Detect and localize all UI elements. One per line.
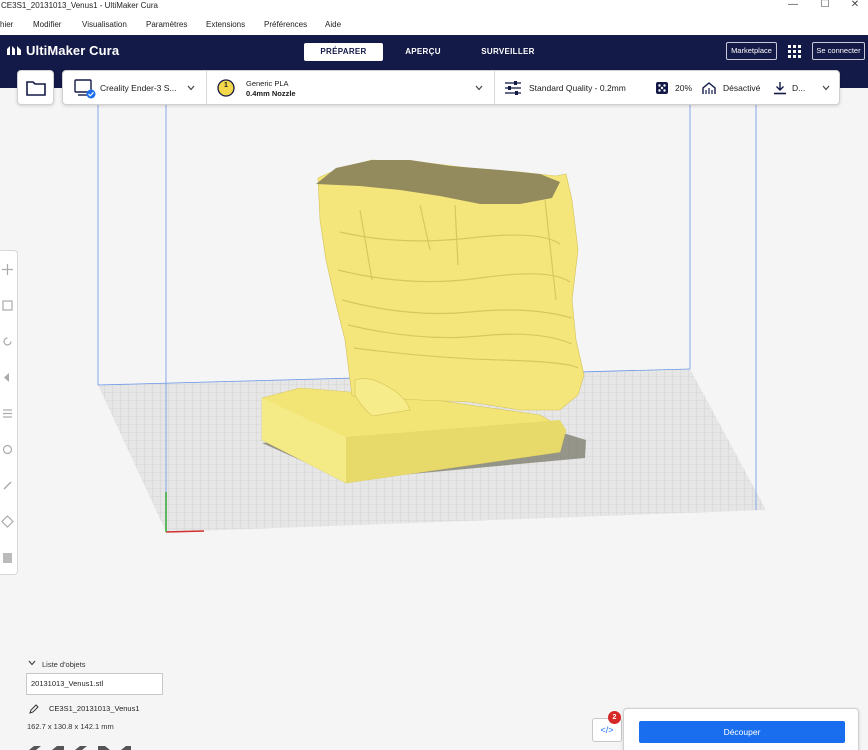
material-name: Generic PLA	[246, 79, 289, 88]
print-settings-bar: Creality Ender-3 S... 1 Generic PLA 0.4m…	[62, 70, 840, 105]
layers-icon[interactable]	[1, 551, 14, 564]
per-model-settings-icon[interactable]	[1, 407, 14, 420]
rotate-icon[interactable]	[1, 335, 14, 348]
maximize-button[interactable]: ☐	[810, 0, 840, 14]
sign-in-button[interactable]: Se connecter	[812, 42, 865, 60]
arrange-icon[interactable]	[1, 515, 14, 528]
x-axis	[165, 530, 205, 533]
chevron-down-icon	[28, 660, 36, 666]
chevron-down-icon	[187, 85, 195, 91]
menu-settings[interactable]: Paramètres	[146, 20, 187, 29]
support-blocker-icon[interactable]	[1, 443, 14, 456]
adhesion-value: D...	[792, 83, 806, 93]
infill-icon	[656, 82, 668, 94]
menu-edit[interactable]: Modifier	[33, 20, 61, 29]
menu-bar: hier Modifier Visualisation Paramètres E…	[0, 14, 868, 35]
object-list-title: Liste d'objets	[42, 660, 86, 669]
menu-view[interactable]: Visualisation	[82, 20, 127, 29]
cura-window: CE3S1_20131013_Venus1 - UltiMaker Cura —…	[0, 0, 868, 750]
material-selector[interactable]: 1 Generic PLA 0.4mm Nozzle	[207, 71, 493, 104]
title-bar: CE3S1_20131013_Venus1 - UltiMaker Cura —…	[0, 0, 868, 14]
move-icon[interactable]	[1, 263, 14, 276]
pencil-icon[interactable]	[29, 704, 39, 714]
scene-canvas	[97, 88, 766, 533]
infill-value: 20%	[675, 83, 693, 93]
sliders-icon	[505, 81, 521, 95]
minimize-button[interactable]: —	[778, 0, 808, 14]
view-right-icon	[121, 746, 131, 750]
stage-preview[interactable]: APERÇU	[393, 43, 453, 61]
object-list-toggle[interactable]: Liste d'objets	[28, 660, 86, 669]
brand-name: UltiMaker Cura	[26, 43, 120, 58]
open-file-button[interactable]	[17, 70, 54, 105]
window-title: CE3S1_20131013_Venus1 - UltiMaker Cura	[1, 1, 158, 10]
support-value: Désactivé	[723, 83, 761, 93]
menu-file[interactable]: hier	[0, 20, 13, 29]
view-orientation-buttons	[29, 746, 131, 750]
check-badge-icon	[86, 89, 96, 99]
grid-apps-icon[interactable]	[788, 45, 801, 58]
slice-button[interactable]: Découper	[639, 721, 845, 743]
brand-logo: UltiMaker Cura	[6, 43, 119, 58]
printer-name: Creality Ender-3 S...	[100, 83, 177, 93]
view-left-icon	[98, 746, 110, 750]
tool-panel	[0, 250, 18, 575]
view-top-icon	[75, 746, 87, 750]
print-setup-selector[interactable]: Standard Quality - 0.2mm 20% Désactivé D…	[495, 71, 839, 104]
menu-help[interactable]: Aide	[325, 20, 341, 29]
notification-badge: 2	[608, 711, 621, 724]
chevron-down-icon	[822, 85, 830, 91]
support-icon	[702, 82, 716, 94]
adhesion-icon	[774, 82, 786, 95]
app-header: UltiMaker Cura PRÉPARER APERÇU SURVEILLE…	[0, 35, 868, 66]
view-cube-icon	[29, 746, 41, 750]
job-name[interactable]: CE3S1_20131013_Venus1	[49, 704, 140, 713]
menu-extensions[interactable]: Extensions	[206, 20, 245, 29]
nozzle-size: 0.4mm Nozzle	[246, 89, 296, 98]
stage-prepare[interactable]: PRÉPARER	[304, 43, 383, 61]
chevron-down-icon	[475, 85, 483, 91]
3d-viewport[interactable]	[0, 88, 868, 750]
view-front-icon	[52, 746, 64, 750]
ultimaker-logo-icon	[7, 46, 21, 55]
mirror-icon[interactable]	[1, 371, 14, 384]
folder-icon	[26, 81, 46, 96]
slice-panel: Découper	[623, 708, 859, 750]
scale-icon[interactable]	[1, 299, 14, 312]
marketplace-button[interactable]: Marketplace	[726, 42, 777, 60]
object-list-item[interactable]: 20131013_Venus1.stl	[26, 673, 163, 695]
venus-model[interactable]	[261, 159, 585, 484]
model-dimensions: 162.7 x 130.8 x 142.1 mm	[27, 722, 114, 731]
menu-preferences[interactable]: Préférences	[264, 20, 307, 29]
close-button[interactable]: ✕	[840, 0, 868, 14]
quality-profile: Standard Quality - 0.2mm	[529, 83, 626, 93]
printer-selector[interactable]: Creality Ender-3 S...	[63, 71, 206, 104]
stage-monitor[interactable]: SURVEILLER	[468, 43, 548, 61]
paint-icon[interactable]	[1, 479, 14, 492]
extruder-number: 1	[224, 82, 228, 89]
